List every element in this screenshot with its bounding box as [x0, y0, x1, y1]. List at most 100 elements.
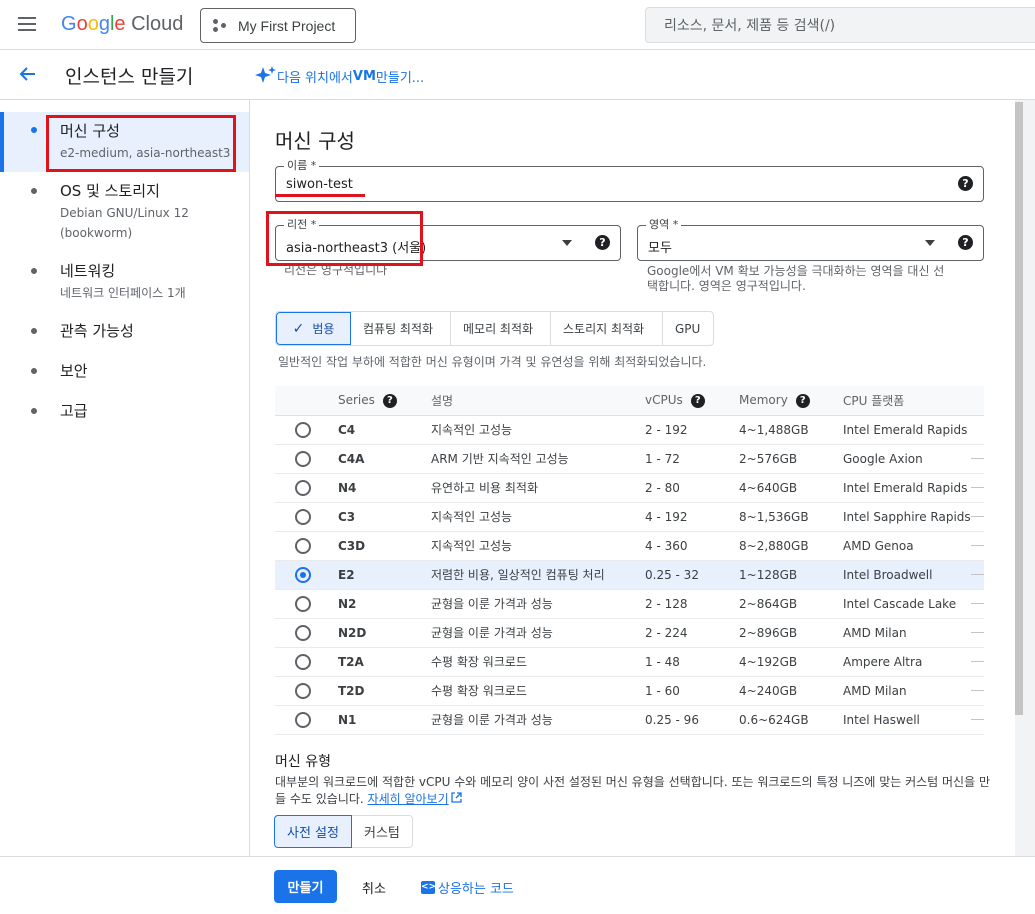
bullet-icon: [31, 328, 37, 334]
row-divider-tick: [971, 661, 984, 662]
instance-name-field[interactable]: 이름 * siwon-test ?: [275, 159, 984, 202]
series-name: N2D: [338, 618, 431, 648]
create-button[interactable]: 만들기: [274, 870, 337, 903]
google-cloud-logo[interactable]: Google Cloud: [61, 13, 183, 36]
learn-more-link[interactable]: 자세히 알아보기: [368, 792, 449, 806]
help-icon[interactable]: ?: [595, 235, 610, 250]
table-row[interactable]: E2 저렴한 비용, 일상적인 컴퓨팅 처리 0.25 - 32 1~128GB Int…: [275, 560, 984, 590]
tab-description: 일반적인 작업 부하에 적합한 머신 유형이며 가격 및 유연성을 위해 최적화…: [278, 355, 707, 369]
radio-cell: [275, 705, 338, 735]
series-memory: 8~2,880GB: [739, 531, 843, 561]
sidebar-item-sub: Debian GNU/Linux 12: [60, 206, 189, 220]
table-row[interactable]: N2D 균형을 이룬 가격과 성능 2 - 224 2~896GB AMD Milan: [275, 618, 984, 648]
ai-link-prefix: 다음 위치에서: [277, 70, 353, 86]
help-icon[interactable]: ?: [690, 393, 705, 408]
tab-storage-optimized[interactable]: 스토리지 최적화: [551, 312, 663, 345]
table-row[interactable]: N1 균형을 이룬 가격과 성능 0.25 - 96 0.6~624GB Intel H…: [275, 705, 984, 735]
series-radio[interactable]: [295, 711, 311, 728]
series-radio[interactable]: [295, 421, 311, 438]
series-radio[interactable]: [295, 653, 311, 670]
table-header-row: Series? 설명 vCPUs? Memory? CPU 플랫폼: [275, 386, 984, 416]
cancel-button[interactable]: 취소: [362, 878, 386, 897]
help-icon[interactable]: ?: [958, 176, 973, 191]
help-icon[interactable]: ?: [958, 235, 973, 250]
series-radio[interactable]: [295, 682, 311, 699]
sidebar-item-observability[interactable]: 관측 가능성: [0, 312, 249, 352]
series-radio[interactable]: [295, 595, 311, 612]
series-vcpus: 1 - 60: [645, 676, 739, 706]
series-radio[interactable]: [295, 508, 311, 525]
table-row[interactable]: C4A ARM 기반 지속적인 고성능 1 - 72 2~576GB Google Ax…: [275, 444, 984, 474]
footer-bar: 만들기 취소 <> 상응하는 코드: [0, 856, 1035, 914]
tab-memory-optimized[interactable]: 메모리 최적화: [451, 312, 551, 345]
menu-icon[interactable]: [18, 17, 36, 31]
bullet-icon: [31, 127, 37, 133]
series-vcpus: 1 - 48: [645, 647, 739, 677]
series-table: Series? 설명 vCPUs? Memory? CPU 플랫폼 C4 지속적인…: [275, 386, 984, 735]
series-cpu-platform: Intel Emerald Rapids: [843, 415, 984, 445]
table-row[interactable]: C4 지속적인 고성능 2 - 192 4~1,488GB Intel Emerald …: [275, 415, 984, 445]
series-radio[interactable]: [295, 537, 311, 554]
series-name: N1: [338, 705, 431, 735]
equivalent-code-button[interactable]: <> 상응하는 코드: [421, 878, 514, 897]
help-icon[interactable]: ?: [382, 393, 397, 408]
series-memory: 0.6~624GB: [739, 705, 843, 735]
column-header-select: [275, 386, 338, 416]
row-divider-tick: [971, 545, 984, 546]
table-row[interactable]: C3 지속적인 고성능 4 - 192 8~1,536GB Intel Sapphire…: [275, 502, 984, 532]
custom-button[interactable]: 커스텀: [351, 815, 413, 848]
series-description: 수평 확장 워크로드: [431, 647, 645, 677]
tab-compute-optimized[interactable]: 컴퓨팅 최적화: [351, 312, 451, 345]
sidebar-item-security[interactable]: 보안: [0, 352, 249, 392]
sidebar-item-networking[interactable]: 네트워킹 네트워크 인터페이스 1개: [0, 252, 249, 312]
project-picker-button[interactable]: My First Project: [200, 8, 356, 43]
table-row[interactable]: T2A 수평 확장 워크로드 1 - 48 4~192GB Ampere Altra: [275, 647, 984, 677]
series-radio[interactable]: [295, 450, 311, 467]
series-memory: 2~576GB: [739, 444, 843, 474]
sidebar-item-os-storage[interactable]: OS 및 스토리지 Debian GNU/Linux 12 (bookworm): [0, 172, 249, 252]
series-radio[interactable]: [295, 624, 311, 641]
sidebar-item-advanced[interactable]: 고급: [0, 392, 249, 432]
annotation-box: [46, 115, 236, 172]
series-description: 지속적인 고성능: [431, 531, 645, 561]
row-divider-tick: [971, 719, 984, 720]
column-header-description: 설명: [431, 386, 645, 416]
series-memory: 4~1,488GB: [739, 415, 843, 445]
bullet-icon: [31, 268, 37, 274]
preset-button[interactable]: 사전 설정: [274, 815, 352, 848]
series-cpu-platform: Intel Cascade Lake: [843, 589, 984, 619]
create-vm-from-link[interactable]: 다음 위치에서 VM 만들기...: [255, 65, 424, 87]
project-icon: [213, 18, 227, 33]
table-row[interactable]: N4 유연하고 비용 최적화 2 - 80 4~640GB Intel Emerald …: [275, 473, 984, 503]
row-divider-tick: [971, 458, 984, 459]
table-row[interactable]: N2 균형을 이룬 가격과 성능 2 - 128 2~864GB Intel Casca…: [275, 589, 984, 619]
back-arrow-icon[interactable]: [18, 64, 38, 84]
scrollbar[interactable]: [1015, 100, 1035, 856]
zone-hint: 택합니다. 영역은 영구적입니다.: [647, 279, 806, 293]
series-description: 균형을 이룬 가격과 성능: [431, 589, 645, 619]
series-radio[interactable]: [295, 479, 311, 496]
bullet-icon: [31, 368, 37, 374]
series-description: 지속적인 고성능: [431, 502, 645, 532]
search-input[interactable]: 리소스, 문서, 제품 등 검색(/): [645, 7, 1035, 43]
scrollbar-thumb[interactable]: [1015, 102, 1023, 715]
series-name: N4: [338, 473, 431, 503]
table-row[interactable]: T2D 수평 확장 워크로드 1 - 60 4~240GB AMD Milan: [275, 676, 984, 706]
custom-label: 커스텀: [363, 826, 400, 841]
series-name: C3D: [338, 531, 431, 561]
row-divider-tick: [971, 632, 984, 633]
bullet-icon: [31, 408, 37, 414]
machine-type-toggle: 사전 설정 커스텀: [274, 815, 413, 848]
help-icon[interactable]: ?: [795, 393, 810, 408]
top-bar: Google Cloud My First Project 리소스, 문서, 제…: [0, 0, 1035, 50]
series-vcpus: 2 - 80: [645, 473, 739, 503]
radio-cell: [275, 589, 338, 619]
zone-select[interactable]: 영역 * 모두 ?: [637, 218, 984, 261]
sidebar: 머신 구성 e2-medium, asia-northeast3 OS 및 스토…: [0, 100, 250, 856]
machine-family-tabs: ✓ 범용 컴퓨팅 최적화 메모리 최적화 스토리지 최적화 GPU: [275, 311, 714, 346]
table-row[interactable]: C3D 지속적인 고성능 4 - 360 8~2,880GB AMD Genoa: [275, 531, 984, 561]
page-title: 인스턴스 만들기: [65, 66, 194, 88]
series-radio[interactable]: [295, 566, 311, 583]
tab-general-purpose[interactable]: ✓ 범용: [276, 312, 351, 345]
tab-gpu[interactable]: GPU: [663, 312, 713, 345]
